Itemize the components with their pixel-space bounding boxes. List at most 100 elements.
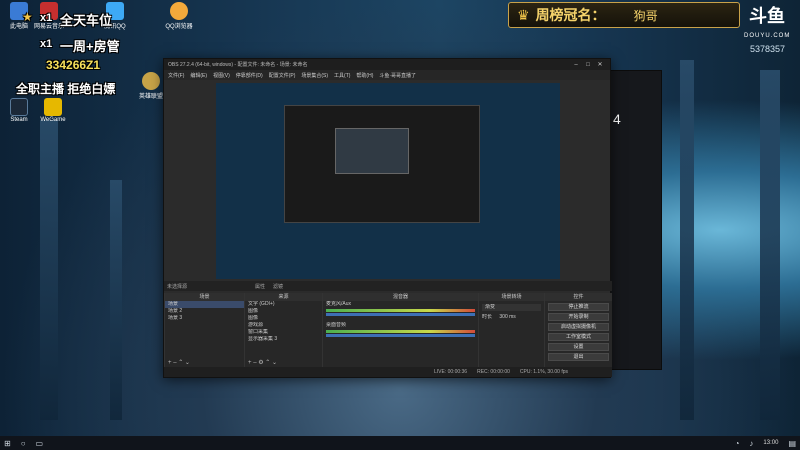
mixer-volume-slider[interactable] — [326, 334, 475, 337]
menu-file[interactable]: 文件(F) — [168, 72, 184, 79]
menu-scene-collection[interactable]: 场景集合(S) — [301, 72, 328, 79]
no-source-label: 未选择源 — [167, 283, 188, 290]
scenes-dock: 场景 场景 场景 2 场景 3 + – ⌃ ⌄ — [164, 293, 244, 367]
chat-panel: 4 — [606, 70, 662, 370]
source-item[interactable]: 窗口采集 — [245, 329, 322, 336]
scenes-footer: + – ⌃ ⌄ — [165, 359, 244, 367]
sources-footer: + – ⚙ ⌃ ⌄ — [245, 359, 322, 367]
task-view-icon[interactable]: ▭ — [36, 439, 44, 448]
scene-item[interactable]: 场景 2 — [165, 308, 244, 315]
network-icon[interactable]: ◔ — [735, 439, 740, 448]
source-item[interactable]: 游戏源 — [245, 322, 322, 329]
crown-icon: ♛ — [517, 6, 530, 23]
live-status: LIVE: 00:00:36 — [434, 369, 468, 375]
exit-button[interactable]: 退出 — [548, 353, 609, 361]
menu-douyu[interactable]: 斗鱼·哥哥直播了 — [379, 72, 416, 79]
remove-icon[interactable]: – — [173, 360, 176, 366]
desktop-icon-qqbrowser[interactable]: QQ浏览器 — [160, 2, 198, 30]
room-id: 5378357 — [750, 44, 786, 54]
controls-dock: 控件 停止推流 开始录制 启动虚拟摄像机 工作室模式 设置 退出 — [544, 293, 612, 367]
minimize-icon[interactable]: – — [570, 62, 582, 68]
banner-name: 狗哥 — [633, 8, 658, 23]
up-icon[interactable]: ⌃ — [178, 360, 183, 366]
bg-beam-left-2 — [110, 180, 122, 420]
source-item[interactable]: 显示器采集 3 — [245, 336, 322, 343]
filters-button[interactable]: 滤镜 — [273, 283, 283, 290]
obs-window[interactable]: OBS 27.2.4 (64-bit, windows) - 配置文件: 未命名… — [163, 58, 612, 378]
taskbar: ⊞ ○ ▭ ◔ ♪ 13:00 ▤ — [0, 436, 800, 450]
up-icon[interactable]: ⌃ — [265, 360, 270, 366]
obs-titlebar[interactable]: OBS 27.2.4 (64-bit, windows) - 配置文件: 未命名… — [164, 59, 610, 70]
wegame-icon — [44, 98, 62, 116]
close-icon[interactable]: ✕ — [594, 61, 606, 68]
down-icon[interactable]: ⌄ — [185, 360, 190, 366]
menu-edit[interactable]: 编辑(E) — [190, 72, 207, 79]
source-item[interactable]: 图像 — [245, 308, 322, 315]
transitions-dock-title: 场景转场 — [479, 293, 544, 301]
preview-nested-obs-2 — [335, 128, 409, 174]
sources-dock-title: 来源 — [245, 293, 322, 301]
add-icon[interactable]: + — [248, 360, 252, 366]
virtual-camera-button[interactable]: 启动虚拟摄像机 — [548, 323, 609, 331]
overlay-line2-count: x1 — [40, 38, 53, 50]
desktop: 此电脑 网易云音乐 腾讯QQ QQ浏览器 Steam WeGame 英雄联盟 ★… — [0, 0, 800, 450]
down-icon[interactable]: ⌄ — [272, 360, 277, 366]
stop-streaming-button[interactable]: 停止推流 — [548, 303, 609, 311]
transition-select[interactable]: 渐变 — [482, 304, 541, 311]
source-item[interactable]: 文字 (GDI+) — [245, 301, 322, 308]
desktop-icon-steam[interactable]: Steam — [0, 98, 38, 123]
bg-beam-right-2 — [760, 70, 780, 420]
studio-mode-button[interactable]: 工作室模式 — [548, 333, 609, 341]
gear-icon[interactable]: ⚙ — [258, 360, 263, 366]
mixer-meter — [326, 309, 475, 312]
douyu-logo-text: 斗鱼 — [749, 6, 785, 26]
search-icon[interactable]: ○ — [21, 439, 26, 448]
bg-beam-left — [40, 120, 58, 420]
source-item[interactable]: 图像 — [245, 315, 322, 322]
scene-item[interactable]: 场景 3 — [165, 315, 244, 322]
transition-duration[interactable]: 时长 300 ms — [479, 314, 544, 321]
lol-icon — [142, 72, 160, 90]
mixer-volume-slider[interactable] — [326, 313, 475, 316]
mixer-track-label: 桌面音频 — [326, 322, 347, 328]
mixer-dock-title: 混音器 — [323, 293, 478, 301]
start-recording-button[interactable]: 开始录制 — [548, 313, 609, 321]
rec-status: REC: 00:00:00 — [477, 369, 510, 375]
maximize-icon[interactable]: □ — [582, 62, 594, 68]
menu-help[interactable]: 帮助(H) — [356, 72, 373, 79]
desktop-icon-label: Steam — [10, 117, 28, 123]
douyu-logo-sub: DOUYU.COM — [744, 33, 791, 39]
taskbar-clock[interactable]: 13:00 — [763, 440, 778, 446]
bg-beam-right — [680, 60, 694, 420]
settings-button[interactable]: 设置 — [548, 343, 609, 351]
cpu-status: CPU: 1.1%, 30.00 fps — [519, 369, 568, 375]
steam-icon — [10, 98, 28, 116]
notification-icon[interactable]: ▤ — [788, 439, 796, 448]
menu-docks[interactable]: 停靠部件(D) — [236, 72, 263, 79]
preview-nested-obs — [284, 105, 480, 223]
scene-item[interactable]: 场景 — [165, 301, 244, 308]
duration-label: 时长 — [482, 314, 493, 320]
mixer-dock: 混音器 麦克风/Aux 桌面音频 — [322, 293, 478, 367]
scenes-dock-title: 场景 — [165, 293, 244, 301]
properties-button[interactable]: 属性 — [255, 283, 265, 290]
menu-tools[interactable]: 工具(T) — [334, 72, 350, 79]
overlay-line2-text: 一周+房管 — [60, 39, 120, 54]
volume-icon[interactable]: ♪ — [749, 439, 753, 448]
transitions-dock: 场景转场 渐变 时长 300 ms — [478, 293, 544, 367]
obs-source-toolbar: 未选择源 属性 滤镜 — [164, 281, 612, 291]
douyu-logo: 斗鱼 DOUYU.COM — [744, 6, 790, 46]
add-icon[interactable]: + — [168, 360, 172, 366]
menu-view[interactable]: 视图(V) — [213, 72, 230, 79]
duration-value[interactable]: 300 ms — [499, 314, 515, 320]
remove-icon[interactable]: – — [253, 360, 256, 366]
obs-preview[interactable] — [216, 83, 560, 279]
obs-title: OBS 27.2.4 (64-bit, windows) - 配置文件: 未命名… — [168, 62, 308, 68]
overlay-qq: 334266Z1 — [46, 58, 101, 72]
menu-profile[interactable]: 配置文件(P) — [269, 72, 296, 79]
overlay-star-icon: ★ — [22, 10, 33, 24]
windows-start-icon[interactable]: ⊞ — [4, 439, 11, 448]
desktop-icon-label: QQ浏览器 — [165, 24, 193, 30]
desktop-icon-label: 此电脑 — [9, 24, 28, 30]
desktop-icon-wegame[interactable]: WeGame — [34, 98, 72, 123]
